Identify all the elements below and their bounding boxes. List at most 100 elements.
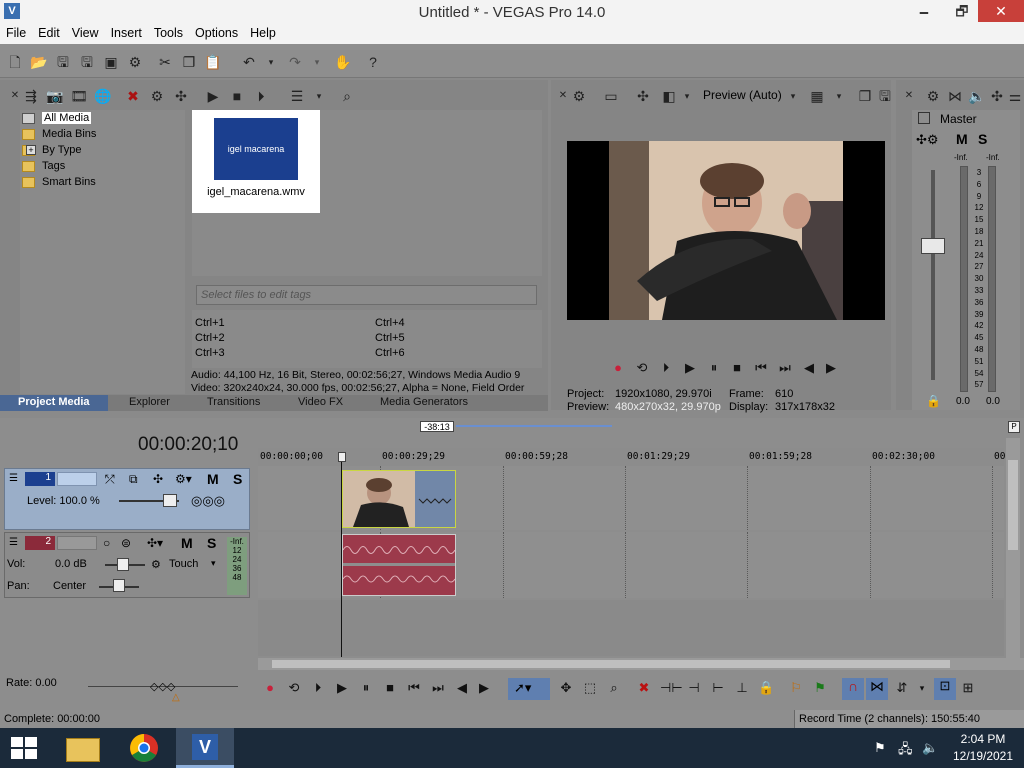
track-fx-icon[interactable]: ✣▾ — [147, 536, 163, 550]
mute-button[interactable]: M — [181, 535, 193, 551]
go-to-end-icon[interactable]: ⏭ — [777, 360, 793, 376]
cut-icon[interactable]: ✂ — [156, 53, 174, 71]
menu-file[interactable]: File — [0, 24, 32, 42]
split-icon[interactable]: ⊥ — [734, 680, 750, 696]
redo-dropdown-icon[interactable]: ▾ — [308, 53, 326, 71]
go-to-start-icon[interactable]: ⏮ — [753, 360, 769, 376]
help-icon[interactable]: ? — [364, 53, 382, 71]
playhead-cursor[interactable] — [341, 452, 342, 657]
search-icon[interactable]: ⌕ — [338, 87, 356, 105]
master-fx-icon[interactable]: ✣⚙ — [916, 132, 939, 148]
menu-options[interactable]: Options — [189, 24, 244, 42]
media-item[interactable]: igel macarena igel_macarena.wmv — [192, 110, 320, 213]
external-monitor-icon[interactable]: ▭ — [602, 87, 620, 105]
arm-record-icon[interactable]: ○ — [103, 536, 110, 550]
lock-icon[interactable]: 🔒 — [758, 680, 774, 696]
auto-crossfade-icon[interactable]: ⋈ — [866, 678, 888, 700]
master-fader[interactable] — [921, 238, 945, 254]
tab-project-media[interactable]: Project Media — [0, 395, 108, 411]
solo-button[interactable]: S — [207, 535, 216, 551]
track-name-input[interactable] — [57, 472, 97, 486]
master-properties-icon[interactable]: ⚙ — [924, 87, 942, 105]
collapse-icon[interactable]: ☰ — [9, 473, 18, 484]
stop-icon[interactable]: ■ — [382, 680, 398, 696]
audio-event[interactable] — [342, 534, 456, 596]
solo-button[interactable]: S — [233, 471, 242, 487]
split-screen-icon[interactable]: ◧ — [660, 87, 678, 105]
insert-marker-icon[interactable]: ⚐ — [788, 680, 804, 696]
menu-insert[interactable]: Insert — [105, 24, 148, 42]
tab-video-fx[interactable]: Video FX — [298, 396, 343, 408]
pan-slider[interactable] — [113, 579, 125, 592]
pause-icon[interactable]: ⏸ — [706, 360, 722, 376]
preview-properties-icon[interactable]: ⚙ — [570, 87, 588, 105]
start-button[interactable] — [10, 736, 38, 760]
restore-button[interactable]: 🗗 — [945, 0, 979, 22]
lock-envelopes-icon[interactable]: ⊡ — [934, 678, 956, 700]
loop-icon[interactable]: ⟲ — [634, 360, 650, 376]
overlays-dropdown-icon[interactable]: ▾ — [830, 87, 848, 105]
menu-edit[interactable]: Edit — [32, 24, 66, 42]
play-media-icon[interactable]: ▶ — [204, 87, 222, 105]
stop-media-icon[interactable]: ■ — [228, 87, 246, 105]
horizontal-scroll-thumb[interactable] — [272, 660, 950, 668]
timeline-vertical-scrollbar[interactable] — [1006, 438, 1020, 670]
motion-icon[interactable]: ✣ — [153, 472, 163, 486]
audio-track-header[interactable]: ☰ 2 ○ ⊜ ✣▾ M S Vol: 0.0 dB ⚙ Touch ▾ Pan… — [4, 532, 250, 598]
playhead-handle[interactable] — [338, 452, 346, 462]
remove-media-icon[interactable]: ✖ — [124, 87, 142, 105]
loop-region-label[interactable]: -38:13 — [420, 421, 454, 432]
solo-button[interactable]: S — [978, 131, 987, 147]
insert-region-icon[interactable]: ⚑ — [812, 680, 828, 696]
play-from-start-icon[interactable]: ⏵ — [658, 360, 674, 376]
envelope-tool-icon[interactable]: ✥ — [558, 680, 574, 696]
rate-marker-icon[interactable]: △ — [172, 692, 180, 703]
tree-item-all-media[interactable]: All Media — [22, 111, 92, 126]
new-icon[interactable]: 🗋 — [6, 53, 24, 71]
render-icon[interactable]: ▣ — [102, 53, 120, 71]
ignore-grouping-icon[interactable]: ⊞ — [960, 680, 976, 696]
undo-dropdown-icon[interactable]: ▾ — [262, 53, 280, 71]
edit-tool-icon[interactable]: ✋ — [334, 53, 352, 71]
composite-child-icon[interactable]: ◎◎◎ — [191, 493, 225, 509]
chrome-taskbar-icon[interactable] — [116, 730, 172, 766]
vegas-taskbar-icon[interactable]: V — [176, 728, 234, 768]
record-icon[interactable]: ● — [262, 680, 278, 696]
previous-frame-icon[interactable]: ◀ — [801, 360, 817, 376]
level-slider[interactable] — [163, 494, 177, 507]
network-icon[interactable]: 🖧 — [898, 740, 913, 762]
track-fx-icon[interactable]: ⚙▾ — [175, 472, 192, 486]
next-frame-icon[interactable]: ▶ — [823, 360, 839, 376]
views-icon[interactable]: ☰ — [288, 87, 306, 105]
copy-icon[interactable]: ❐ — [180, 53, 198, 71]
open-icon[interactable]: 📂 — [30, 53, 48, 71]
video-fx-icon[interactable]: ✣ — [634, 87, 652, 105]
vol-slider[interactable] — [117, 558, 129, 571]
play-icon[interactable]: ▶ — [682, 360, 698, 376]
quality-dropdown-icon[interactable]: ▾ — [784, 87, 802, 105]
mute-button[interactable]: M — [956, 131, 968, 147]
overlays-icon[interactable]: ▦ — [808, 87, 826, 105]
tab-explorer[interactable]: Explorer — [129, 396, 170, 408]
ripple-edit-icon[interactable]: ⇵ — [894, 680, 910, 696]
stop-icon[interactable]: ■ — [729, 360, 745, 376]
tab-transitions[interactable]: Transitions — [207, 396, 260, 408]
loop-region-bar[interactable] — [456, 425, 612, 427]
empty-track-area[interactable] — [258, 600, 1004, 656]
mixer-icon[interactable]: ⚌ — [1006, 87, 1024, 105]
clock-time[interactable]: 2:04 PM — [950, 732, 1016, 746]
selection-tool-icon[interactable]: ⬚ — [582, 680, 598, 696]
collapse-icon[interactable]: ☰ — [9, 537, 18, 548]
menu-help[interactable]: Help — [244, 24, 282, 42]
split-dropdown-icon[interactable]: ▾ — [678, 87, 696, 105]
master-fx-icon[interactable]: ✣ — [988, 87, 1006, 105]
minimize-button[interactable]: 🗕 — [907, 0, 941, 22]
menu-view[interactable]: View — [66, 24, 105, 42]
next-frame-icon[interactable]: ▶ — [476, 680, 492, 696]
file-explorer-taskbar-icon[interactable] — [56, 730, 112, 766]
timeline-ruler[interactable]: 00:00:00;00 00:00:29;29 00:00:59;28 00:0… — [258, 448, 1017, 466]
touch-dropdown-icon[interactable]: ▾ — [211, 558, 216, 569]
save-as-icon[interactable]: 🖫 — [78, 53, 96, 71]
tree-item-tags[interactable]: Tags — [22, 159, 65, 174]
expand-icon[interactable]: + — [26, 145, 36, 155]
